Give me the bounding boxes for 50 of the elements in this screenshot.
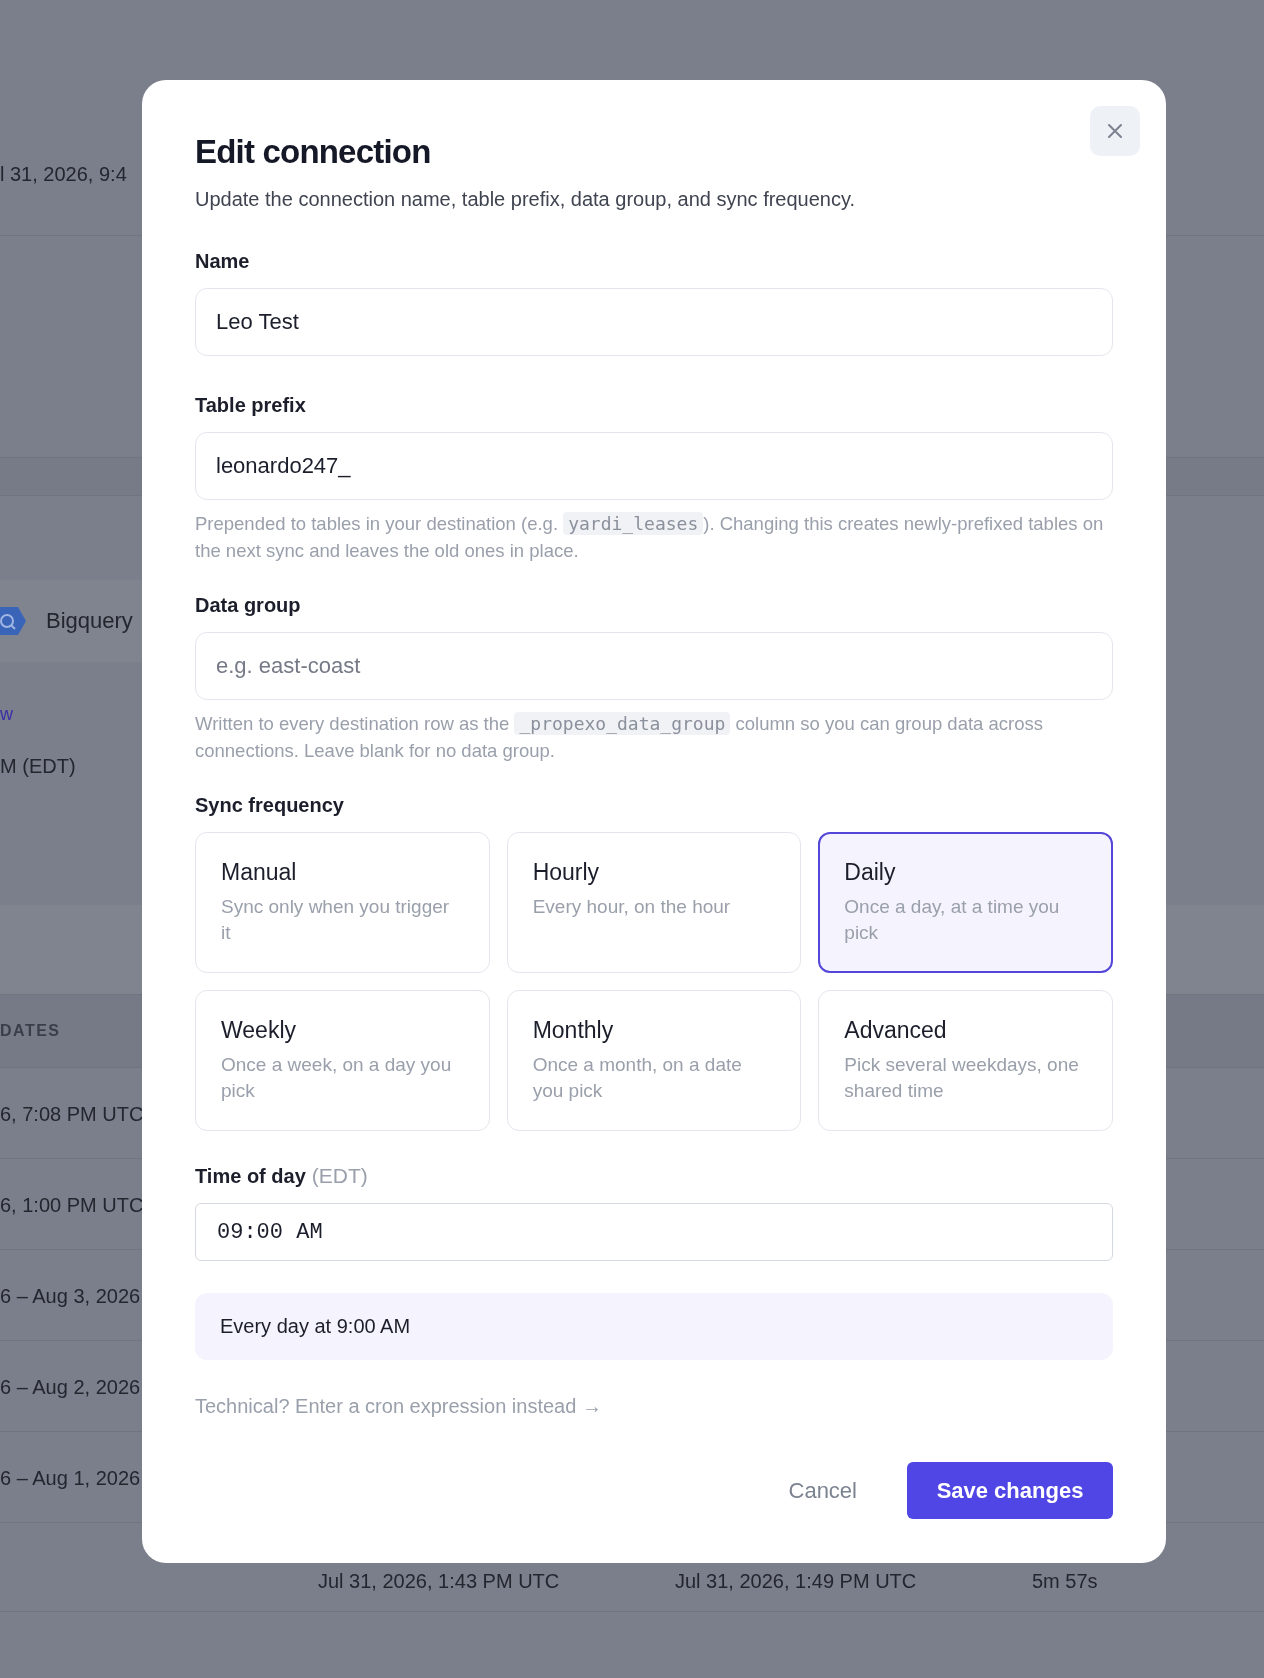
table-cell: Jul 31, 2026, 1:43 PM UTC [318,1569,560,1593]
help-text: Prepended to tables in your destination (e.g. yardi_leases ). Changing this creates newly-prefixed tables on the next sync and leaves the old ones in place. [195,511,1105,563]
frequency-option[interactable]: Hourly Every hour, on the hour [506,832,802,973]
close-icon [1105,121,1125,141]
frequency-option[interactable]: Monthly Once a month, on a date you pick [506,990,802,1131]
option-description: Once a week, on a day you pick [221,1053,453,1103]
help-text: Written to every destination row as the _propexo_data_group column so you can group data across connections. Leave blank for no data group. [195,711,1044,763]
option-title: Monthly [532,1017,615,1044]
frequency-option[interactable]: Manual Sync only when you trigger it [195,832,490,973]
field-label: Data group [195,593,302,618]
option-title: Hourly [532,859,601,886]
database-icon [0,606,26,636]
close-button[interactable] [1090,106,1140,156]
field-label: Name [195,249,251,274]
frequency-option[interactable]: Advanced Pick several weekdays, one shared time [818,990,1113,1131]
table-cell: 6 – Aug 2, 2026 [0,1376,141,1398]
time-field[interactable]: 09:00 AM [195,1203,1113,1261]
text-field[interactable]: Leo Test [195,288,1113,356]
option-description: Sync only when you trigger it [221,895,451,945]
option-title: Advanced [844,1017,948,1044]
field-label: Table prefix [195,393,307,418]
table-cell: Jul 31, 2026, 1:49 PM UTC [675,1569,917,1593]
option-title: Manual [221,859,298,886]
option-description: Once a day, at a time you pick [844,895,1061,945]
text-field[interactable]: e.g. east-coast [195,632,1113,700]
field-label: Time of day [195,1164,306,1189]
table-cell: 6 – Aug 3, 2026 [0,1285,141,1307]
text-field[interactable]: leonardo247_ [195,432,1113,500]
column-header: DATES [0,1022,61,1039]
table-cell: 6, 7:08 PM UTC [0,1103,144,1125]
timezone-text: (EDT) [311,1164,368,1188]
frequency-option[interactable]: Weekly Once a week, on a day you pick [195,990,490,1131]
cancel-button[interactable]: Cancel [788,1467,857,1514]
option-description: Every hour, on the hour [532,895,732,919]
option-description: Once a month, on a date you pick [532,1053,743,1103]
option-description: Pick several weekdays, one shared time [844,1053,1080,1103]
date-text: l 31, 2026, 9:4 [0,163,127,185]
save-button[interactable]: Save changes [907,1462,1113,1519]
table-cell: 6 – Aug 1, 2026 [0,1467,141,1489]
schedule-summary: Every day at 9:00 AM [195,1293,1113,1360]
option-title: Weekly [221,1017,297,1044]
destination-name: Bigquery [46,608,133,634]
dialog-title: Edit connection [195,132,432,172]
schedule-text: M (EDT) [0,754,76,778]
table-cell: 5m 57s [1032,1569,1098,1593]
field-label: Sync frequency [195,793,345,818]
dialog-subtitle: Update the connection name, table prefix, data group, and sync frequency. [195,187,857,212]
option-title: Daily [844,859,897,886]
table-cell: 6, 1:00 PM UTC [0,1194,144,1216]
frequency-option[interactable]: Daily Once a day, at a time you pick [818,832,1113,973]
